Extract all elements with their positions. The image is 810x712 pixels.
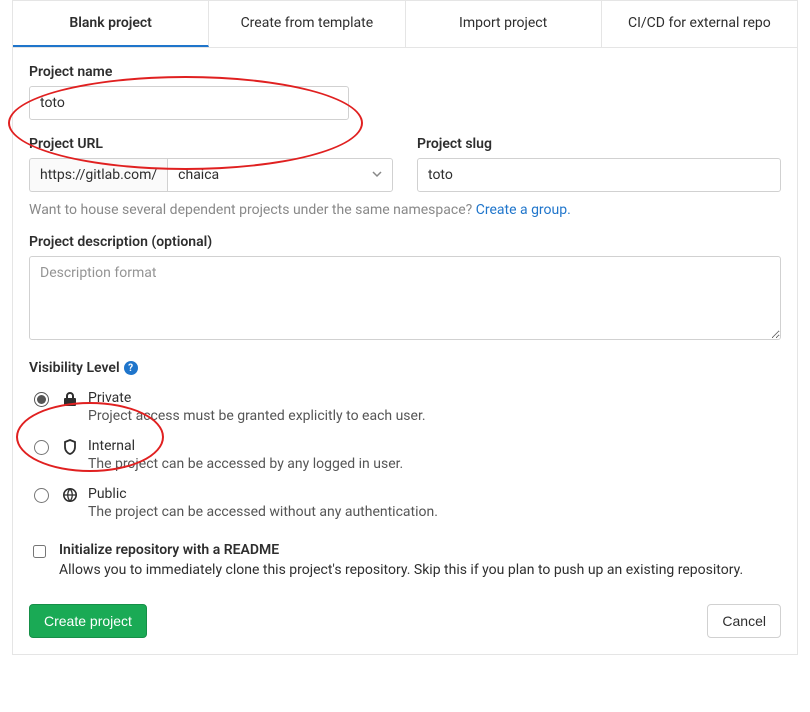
project-description-label: Project description (optional) [29, 234, 781, 250]
help-icon[interactable]: ? [124, 361, 138, 375]
initialize-readme-checkbox[interactable] [33, 545, 46, 558]
visibility-private-title: Private [88, 390, 426, 406]
project-url-group: https://gitlab.com/ chaica [29, 158, 393, 192]
create-project-button[interactable]: Create project [29, 604, 147, 638]
project-description-textarea[interactable] [29, 256, 781, 340]
shield-icon [62, 439, 78, 455]
visibility-private-desc: Project access must be granted explicitl… [88, 408, 426, 424]
visibility-public-radio[interactable] [34, 488, 49, 503]
visibility-internal-radio[interactable] [34, 440, 49, 455]
tab-import-project[interactable]: Import project [406, 1, 602, 47]
project-create-tabs: Blank project Create from template Impor… [12, 0, 798, 47]
project-slug-input[interactable] [417, 158, 781, 192]
blank-project-panel: Project name Project URL https://gitlab.… [12, 47, 798, 655]
initialize-readme-title: Initialize repository with a README [59, 542, 781, 558]
project-url-label: Project URL [29, 136, 393, 152]
tab-create-from-template[interactable]: Create from template [209, 1, 405, 47]
project-name-input[interactable] [29, 86, 349, 120]
visibility-internal-desc: The project can be accessed by any logge… [88, 456, 403, 472]
project-name-label: Project name [29, 64, 781, 80]
project-slug-label: Project slug [417, 136, 781, 152]
lock-icon [62, 391, 78, 407]
project-url-prefix: https://gitlab.com/ [29, 158, 167, 192]
cancel-button[interactable]: Cancel [707, 604, 781, 638]
namespace-helper-prefix: Want to house several dependent projects… [29, 202, 476, 218]
tab-cicd-external-repo[interactable]: CI/CD for external repo [602, 1, 797, 47]
namespace-select[interactable]: chaica [167, 158, 393, 192]
visibility-private-radio[interactable] [34, 392, 49, 407]
namespace-selected-value: chaica [178, 167, 219, 183]
globe-icon [62, 487, 78, 503]
chevron-down-icon [372, 167, 382, 183]
visibility-public-title: Public [88, 486, 438, 502]
initialize-readme-desc: Allows you to immediately clone this pro… [59, 562, 781, 578]
visibility-internal-title: Internal [88, 438, 403, 454]
create-group-link[interactable]: Create a group. [476, 202, 571, 218]
tab-blank-project[interactable]: Blank project [13, 1, 209, 47]
visibility-public-desc: The project can be accessed without any … [88, 504, 438, 520]
namespace-helper-text: Want to house several dependent projects… [29, 202, 781, 218]
visibility-level-label: Visibility Level [29, 360, 120, 376]
